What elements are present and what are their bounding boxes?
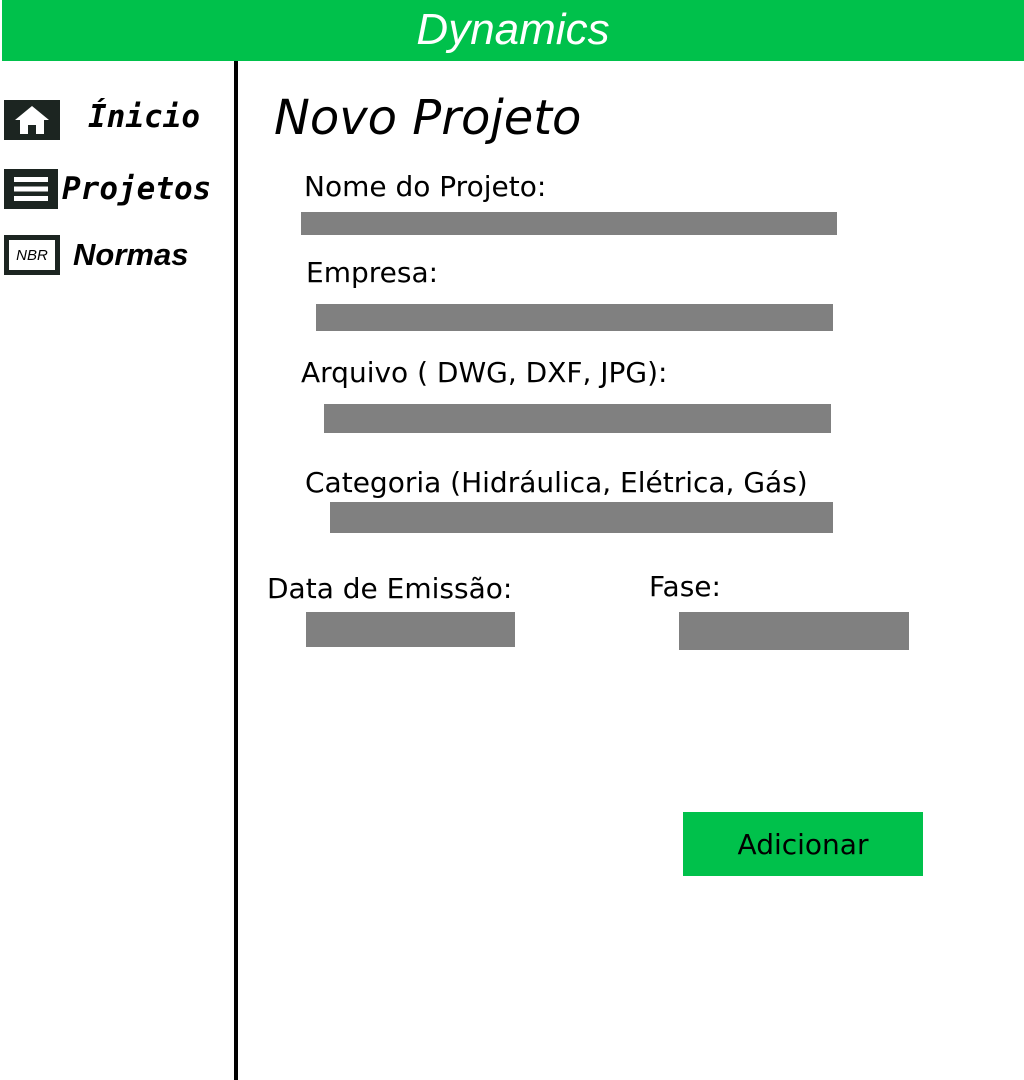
issue-date-label: Data de Emissão: bbox=[267, 572, 513, 605]
company-label: Empresa: bbox=[306, 256, 439, 289]
file-label: Arquivo ( DWG, DXF, JPG): bbox=[301, 356, 668, 389]
category-input[interactable] bbox=[330, 502, 833, 533]
project-name-label: Nome do Projeto: bbox=[304, 170, 547, 203]
app-title: Dynamics bbox=[416, 5, 610, 54]
sidebar-item-projetos[interactable]: Projetos bbox=[4, 168, 230, 212]
phase-input[interactable] bbox=[679, 612, 909, 650]
file-input[interactable] bbox=[324, 404, 831, 433]
project-name-input[interactable] bbox=[301, 212, 837, 235]
page-title: Novo Projeto bbox=[274, 90, 582, 146]
nbr-icon-text: NBR bbox=[16, 246, 48, 264]
category-label: Categoria (Hidráulica, Elétrica, Gás) bbox=[305, 466, 808, 499]
list-icon bbox=[4, 169, 58, 209]
home-icon bbox=[4, 100, 60, 140]
app-header: Dynamics bbox=[2, 0, 1024, 61]
phase-label: Fase: bbox=[649, 570, 721, 603]
issue-date-input[interactable] bbox=[306, 612, 515, 647]
company-input[interactable] bbox=[316, 304, 833, 331]
nbr-icon: NBR bbox=[4, 235, 60, 275]
sidebar-item-label: Projetos bbox=[62, 171, 212, 207]
add-button[interactable]: Adicionar bbox=[683, 812, 923, 876]
sidebar-item-label: Normas bbox=[73, 237, 189, 272]
sidebar-divider bbox=[234, 61, 238, 1080]
sidebar-item-normas[interactable]: NBR Normas bbox=[4, 234, 230, 278]
sidebar-item-label: Ínicio bbox=[88, 99, 200, 135]
sidebar-item-inicio[interactable]: Ínicio bbox=[4, 98, 230, 142]
